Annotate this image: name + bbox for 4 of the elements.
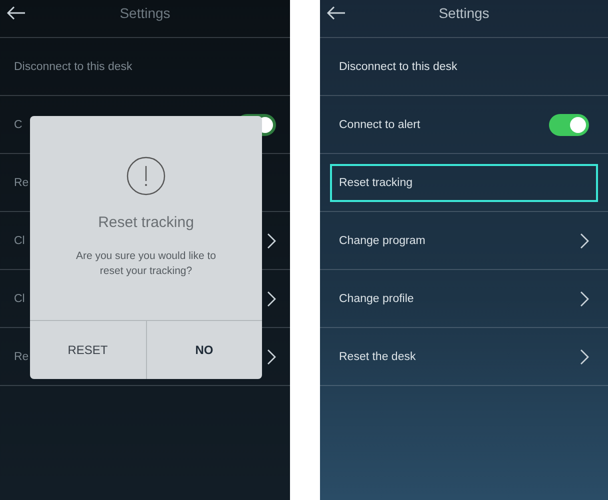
screen-title: Settings bbox=[438, 4, 490, 20]
screen-title: Settings bbox=[120, 4, 170, 20]
dialog-message: Are you sure you would like to reset your tracking? bbox=[74, 249, 218, 279]
dialog-title: Reset tracking bbox=[98, 214, 194, 231]
